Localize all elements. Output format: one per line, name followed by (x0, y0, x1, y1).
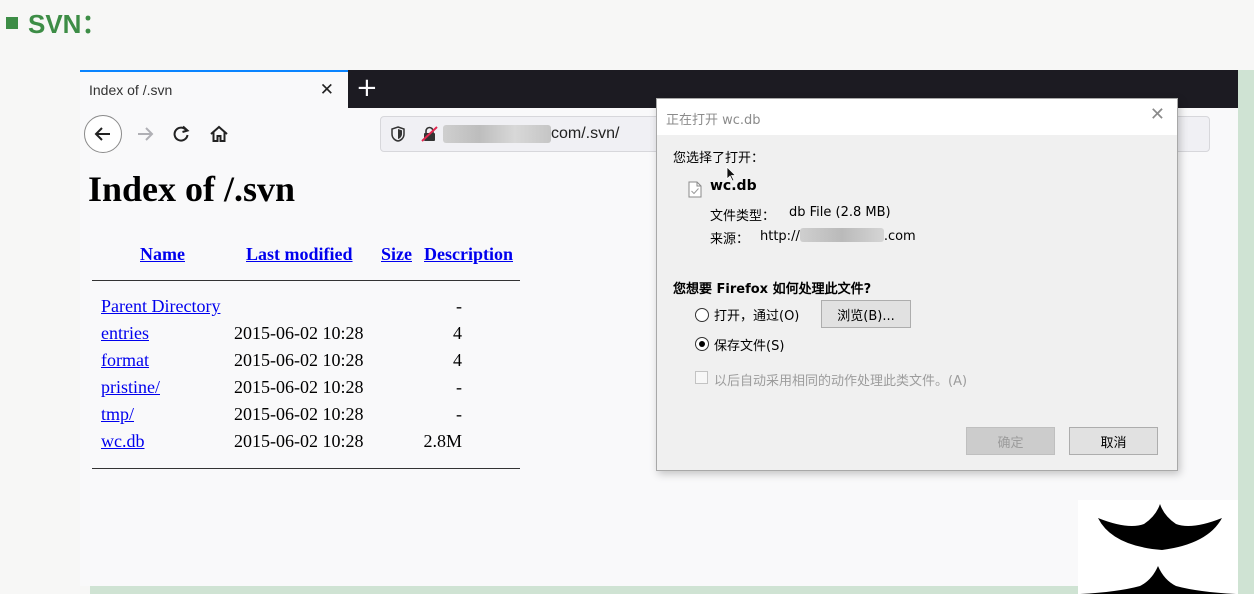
auto-action-label: 以后自动采用相同的动作处理此类文件。(A) (714, 374, 968, 389)
home-button[interactable] (200, 115, 238, 153)
tab-title: Index of /.svn (89, 82, 173, 98)
slide-frame-right (1238, 70, 1254, 594)
dialog-titlebar: 正在打开 wc.db ✕ (657, 99, 1177, 135)
row-name-link[interactable]: tmp/ (101, 404, 134, 425)
slide-title-text: SVN： (28, 9, 108, 39)
footer-divider (92, 468, 520, 469)
source-prefix: http:// (760, 229, 800, 244)
table-row: pristine/ 2015-06-02 10:28 - (92, 377, 532, 404)
row-size: - (456, 377, 462, 397)
handling-question: 您想要 Firefox 如何处理此文件? (673, 282, 872, 297)
row-name-link[interactable]: format (101, 350, 149, 371)
reload-button[interactable] (162, 115, 200, 153)
column-header-name[interactable]: Name (140, 244, 185, 265)
row-name-link[interactable]: entries (101, 323, 149, 344)
home-icon (210, 125, 228, 142)
row-modified: 2015-06-02 10:28 (234, 350, 364, 370)
download-dialog: 正在打开 wc.db ✕ 您选择了打开： wc.db 文件类型： db File… (656, 98, 1178, 471)
source-label: 来源： (710, 232, 750, 247)
file-type-label: 文件类型： (710, 209, 776, 224)
bullet-square-icon (6, 16, 18, 29)
reload-icon (173, 125, 190, 142)
slide-title: SVN： (6, 4, 107, 41)
row-name-link[interactable]: Parent Directory (101, 296, 220, 317)
back-arrow-icon (94, 127, 110, 141)
forward-button[interactable] (126, 115, 164, 153)
new-tab-plus-icon[interactable]: + (356, 75, 378, 101)
row-name-link[interactable]: wc.db (101, 431, 145, 452)
table-row: entries 2015-06-02 10:28 4 (92, 323, 532, 350)
table-row: format 2015-06-02 10:28 4 (92, 350, 532, 377)
header-divider (92, 280, 520, 281)
source-suffix: .com (883, 229, 916, 244)
row-size: 4 (453, 350, 462, 370)
page-title: Index of /.svn (88, 169, 296, 209)
row-size: 4 (453, 323, 462, 343)
blurred-domain (443, 125, 551, 143)
tab-close-icon[interactable]: ✕ (320, 81, 334, 98)
blurred-host (799, 228, 884, 242)
back-button[interactable] (84, 115, 122, 153)
file-type-value: db File (2.8 MB) (789, 205, 891, 220)
table-row: Parent Directory - (92, 296, 532, 323)
file-name: wc.db (710, 178, 757, 194)
dialog-title: 正在打开 wc.db (666, 113, 761, 128)
save-file-radio[interactable] (695, 337, 709, 351)
url-text: com/.svn/ (551, 125, 620, 142)
table-row: wc.db 2015-06-02 10:28 2.8M (92, 431, 532, 458)
column-header-description[interactable]: Description (424, 244, 513, 265)
forward-arrow-icon (138, 127, 154, 141)
insecure-lock-icon[interactable] (421, 126, 439, 142)
decorative-crown-logo (1078, 500, 1238, 594)
row-modified: 2015-06-02 10:28 (234, 404, 364, 424)
auto-action-checkbox[interactable] (695, 371, 708, 384)
row-modified: 2015-06-02 10:28 (234, 323, 364, 343)
save-file-label[interactable]: 保存文件(S) (714, 335, 784, 354)
source-value: http:// .com (760, 228, 916, 244)
row-size: - (456, 404, 462, 424)
file-icon (688, 181, 702, 198)
open-with-label[interactable]: 打开，通过(O) (714, 305, 799, 324)
row-name-link[interactable]: pristine/ (101, 377, 160, 398)
dialog-close-icon[interactable]: ✕ (1150, 106, 1165, 124)
column-header-last-modified[interactable]: Last modified (246, 244, 353, 265)
open-with-radio[interactable] (695, 308, 709, 322)
tracking-shield-icon[interactable] (391, 126, 405, 142)
tab-index-of-svn[interactable]: Index of /.svn ✕ (80, 70, 348, 108)
ok-button[interactable]: 确定 (966, 427, 1055, 455)
table-row: tmp/ 2015-06-02 10:28 - (92, 404, 532, 431)
row-size: - (456, 296, 462, 316)
row-size: 2.8M (423, 431, 462, 451)
row-modified: 2015-06-02 10:28 (234, 377, 364, 397)
browse-button[interactable]: 浏览(B)... (821, 300, 911, 328)
row-modified: 2015-06-02 10:28 (234, 431, 364, 451)
column-header-size[interactable]: Size (381, 244, 412, 265)
cancel-button[interactable]: 取消 (1069, 427, 1158, 455)
chosen-to-open-label: 您选择了打开： (673, 151, 765, 166)
